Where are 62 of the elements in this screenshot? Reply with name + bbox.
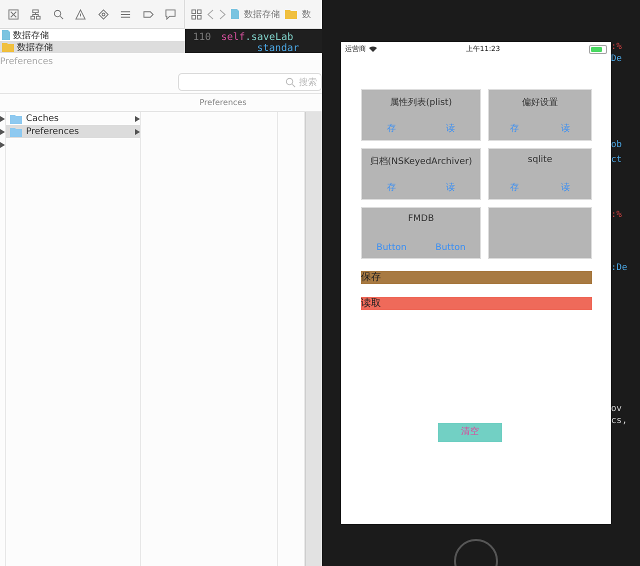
close-square-icon[interactable] xyxy=(8,8,19,20)
folder-icon xyxy=(285,9,297,19)
action-button[interactable]: 存 xyxy=(387,181,396,194)
wifi-icon xyxy=(369,46,377,52)
battery-icon xyxy=(589,44,607,54)
card-title: 属性列表(plist) xyxy=(390,96,452,109)
action-button[interactable]: 存 xyxy=(510,181,519,194)
action-button[interactable]: 存 xyxy=(510,122,519,135)
disclosure-arrow-icon xyxy=(135,116,140,122)
code-line: standar xyxy=(256,43,300,53)
card-title: FMDB xyxy=(408,214,434,224)
navigator-item[interactable]: 数据存储 xyxy=(0,29,185,41)
folder-item[interactable]: Caches xyxy=(6,112,140,125)
card-title: 归档(NSKeyedArchiver) xyxy=(370,156,472,168)
disclosure-arrow-icon xyxy=(0,128,5,134)
action-bar-button[interactable]: 保存 xyxy=(361,271,592,284)
diamond-icon[interactable] xyxy=(98,8,109,20)
breadcrumb[interactable]: 数 xyxy=(302,8,311,20)
disclosure-arrow-icon xyxy=(0,116,5,122)
code-fragment: De xyxy=(611,54,623,65)
navigator-item[interactable]: 数据存储 xyxy=(0,41,185,53)
action-button[interactable]: 读 xyxy=(561,181,570,194)
document-icon xyxy=(231,9,239,19)
search-icon xyxy=(285,76,296,88)
disclosure-arrow-icon xyxy=(135,128,140,134)
code-fragment: :De xyxy=(611,263,628,274)
code-fragment: :% xyxy=(611,42,623,53)
dialog-title: Preferences xyxy=(0,56,54,69)
code-fragment: cs, xyxy=(611,416,628,427)
column-header: Preferences xyxy=(198,97,248,109)
tag-icon[interactable] xyxy=(142,8,154,20)
line-number: 110 xyxy=(192,32,212,43)
folder-item[interactable]: Preferences xyxy=(6,125,140,138)
code-line: self.saveLab xyxy=(221,32,294,43)
action-button[interactable]: 读 xyxy=(561,122,570,135)
action-button[interactable]: Button xyxy=(435,243,466,253)
search-field[interactable]: 搜索 xyxy=(178,73,322,91)
list-icon[interactable] xyxy=(120,8,132,20)
warning-icon[interactable] xyxy=(75,8,86,20)
code-fragment: ov xyxy=(611,404,623,415)
folder-icon xyxy=(10,126,22,136)
code-fragment: :% xyxy=(611,210,623,221)
message-icon[interactable] xyxy=(165,8,176,20)
action-button[interactable]: 存 xyxy=(387,122,396,135)
action-button[interactable]: 读 xyxy=(446,181,455,194)
action-button[interactable]: 读 xyxy=(446,122,455,135)
forward-icon[interactable] xyxy=(219,8,226,20)
breadcrumb[interactable]: 数据存储 xyxy=(244,8,280,20)
code-fragment: ct xyxy=(611,155,623,166)
action-bar-button[interactable]: 读取 xyxy=(361,297,592,310)
clear-button[interactable]: 清空 xyxy=(438,423,502,442)
action-button[interactable]: Button xyxy=(376,243,407,253)
disclosure-arrow-icon xyxy=(0,142,5,148)
card-title: 偏好设置 xyxy=(522,96,558,109)
hierarchy-icon[interactable] xyxy=(30,8,42,20)
search-icon[interactable] xyxy=(52,8,64,20)
document-icon xyxy=(2,30,10,40)
scrollbar[interactable] xyxy=(305,112,322,566)
back-icon[interactable] xyxy=(207,8,214,20)
card-title: sqlite xyxy=(528,155,552,165)
grid-icon[interactable] xyxy=(191,8,202,20)
code-fragment: ob xyxy=(611,140,623,151)
